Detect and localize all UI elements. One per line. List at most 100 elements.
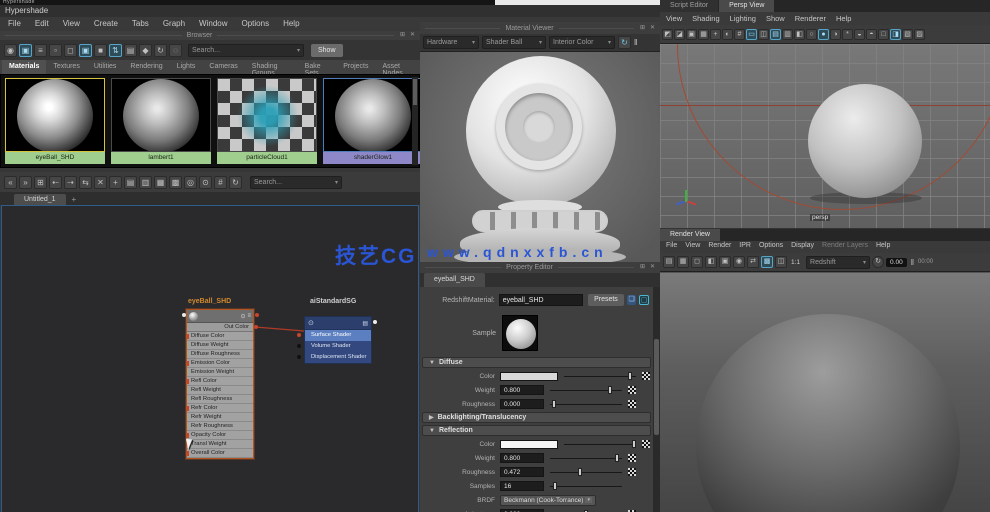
attr-color-swatch[interactable]	[500, 372, 558, 381]
attr-value-field[interactable]: 0.800	[500, 453, 544, 463]
viewport-menu-shading[interactable]: Shading	[692, 14, 720, 23]
ipr-render-icon[interactable]: ▣	[719, 256, 731, 268]
material-attr-refr-color[interactable]: Refr Color	[187, 404, 253, 413]
browser-tab-bake-sets[interactable]: Bake Sets	[298, 60, 337, 74]
browser-tab-textures[interactable]: Textures	[46, 60, 86, 74]
node-state-icon[interactable]: ⊙	[240, 313, 245, 320]
property-editor-tab[interactable]: eyeball_SHD	[424, 273, 485, 287]
scrollbar-thumb[interactable]	[654, 339, 659, 435]
section-header-diffuse[interactable]: ▼Diffuse	[422, 357, 651, 368]
hypershade-titlebar[interactable]: Hypershade	[0, 5, 660, 17]
material-viewer-panel-header[interactable]: Material Viewer ⊞ ✕	[420, 22, 660, 34]
lights-icon[interactable]: *	[842, 29, 853, 40]
property-editor-panel-header[interactable]: Property Editor ⊞ ✕	[420, 262, 660, 273]
attr-color-swatch[interactable]	[500, 440, 558, 449]
chevron-down-icon[interactable]: ▾	[535, 39, 542, 46]
bookmarks-icon[interactable]: ▣	[686, 29, 697, 40]
menu-edit[interactable]: Edit	[35, 19, 49, 29]
material-attr-opacity-color[interactable]: Opacity Color	[187, 431, 253, 440]
material-attr-overall-color[interactable]: Overall Color	[187, 449, 253, 458]
material-node[interactable]: ⊙ ≡ Out Color Diffuse ColorDiffuse Weigh…	[186, 309, 254, 459]
sg-node-output-dot[interactable]	[373, 320, 377, 324]
textured-icon[interactable]: ◑	[830, 29, 841, 40]
node-state-icon[interactable]: ⊙	[308, 319, 314, 327]
attr-slider[interactable]	[564, 439, 636, 449]
graph-tab-untitled-1[interactable]: Untitled_1	[14, 194, 66, 205]
swatch-huge-icon[interactable]: ■	[94, 44, 107, 57]
sample-swatch[interactable]	[502, 315, 538, 351]
filter-icon[interactable]: ◌	[169, 44, 182, 57]
browser-search-input[interactable]: Search... ▾	[188, 44, 304, 57]
attr-port-dot[interactable]	[187, 415, 188, 419]
snapshot-icon[interactable]: ◉	[733, 256, 745, 268]
forward-icon[interactable]: »	[19, 176, 32, 189]
chevron-down-icon[interactable]: ▾	[859, 259, 866, 266]
render-menu-ipr[interactable]: IPR	[739, 242, 751, 252]
chevron-down-icon[interactable]: ▾	[585, 497, 592, 503]
material-node-title[interactable]: eyeBall_SHD	[188, 298, 231, 305]
material-attr-emission-color[interactable]: Emission Color	[187, 359, 253, 368]
swatch-large-icon[interactable]: ▣	[79, 44, 92, 57]
tab-script-editor[interactable]: Script Editor	[660, 0, 718, 12]
attr-slider[interactable]	[550, 453, 622, 463]
2d-pan-zoom-icon[interactable]: +	[710, 29, 721, 40]
material-attr-refr-weight[interactable]: Refr Weight	[187, 413, 253, 422]
material-viewer-viewport[interactable]	[420, 52, 660, 262]
close-panel-icon[interactable]: ✕	[649, 264, 656, 271]
scene-sphere[interactable]	[808, 84, 922, 198]
browser-tab-materials[interactable]: Materials	[2, 60, 46, 74]
motion-blur-icon[interactable]: □	[878, 29, 889, 40]
menu-window[interactable]: Window	[199, 19, 227, 29]
material-node-input-dot[interactable]	[182, 313, 186, 317]
wireframe-icon[interactable]: ○	[806, 29, 817, 40]
swatch-eyeBall_SHD[interactable]: eyeBall_SHD	[5, 78, 105, 164]
render-renderer-dropdown[interactable]: Redshift ▾	[806, 256, 870, 269]
browser-tab-shading-groups[interactable]: Shading Groups	[245, 60, 298, 74]
chevron-down-icon[interactable]: ▾	[468, 39, 475, 46]
float-panel-icon[interactable]: ⊞	[639, 264, 646, 271]
viewer-renderer-dropdown[interactable]: Hardware ▾	[423, 36, 479, 49]
render-menu-render-layers[interactable]: Render Layers	[822, 242, 868, 252]
viewport-menu-view[interactable]: View	[666, 14, 682, 23]
slider-handle[interactable]	[628, 372, 632, 380]
search-icon[interactable]: ◎	[184, 176, 197, 189]
render-view-image[interactable]	[660, 272, 990, 512]
scrollbar-thumb[interactable]	[413, 79, 417, 105]
menu-graph[interactable]: Graph	[163, 19, 185, 29]
zoom-ratio-label[interactable]: 1:1	[789, 259, 802, 266]
close-panel-icon[interactable]: ✕	[409, 32, 416, 39]
shading-group-node[interactable]: ⊙ ▤ Surface ShaderVolume ShaderDisplacem…	[304, 316, 372, 364]
attr-value-field[interactable]: 0.800	[500, 385, 544, 395]
attr-slider[interactable]	[550, 399, 622, 409]
tab-persp-view[interactable]: Persp View	[719, 0, 774, 12]
show-button[interactable]: Show	[311, 44, 343, 57]
slider-handle[interactable]	[552, 400, 556, 408]
field-chart-icon[interactable]: ▥	[782, 29, 793, 40]
slider-handle[interactable]	[553, 482, 557, 490]
chevron-down-icon[interactable]: ▾	[331, 179, 338, 186]
attr-value-field[interactable]: 0.000	[500, 399, 544, 409]
attr-port-dot[interactable]	[187, 424, 188, 428]
collapse-arrow-icon[interactable]: ▼	[429, 360, 435, 366]
attr-dropdown[interactable]: Beckmann (Cook-Torrance)▾	[500, 495, 596, 506]
menu-help[interactable]: Help	[283, 19, 299, 29]
slider-handle[interactable]	[615, 454, 619, 462]
attr-value-field[interactable]: 0.472	[500, 467, 544, 477]
swatch-shaderGlow1[interactable]: shaderGlow1	[323, 78, 423, 164]
material-attr-refl-roughness[interactable]: Refl Roughness	[187, 395, 253, 404]
viewer-shape-dropdown[interactable]: Shader Ball ▾	[482, 36, 546, 49]
material-node-out-color-port[interactable]: Out Color	[187, 323, 253, 332]
browser-panel-header[interactable]: Browser ⊞ ✕	[0, 31, 420, 40]
material-attr-diffuse-weight[interactable]: Diffuse Weight	[187, 341, 253, 350]
menu-view[interactable]: View	[63, 19, 80, 29]
attr-slider[interactable]	[550, 481, 622, 491]
viewport-menu-show[interactable]: Show	[766, 14, 785, 23]
isolate-select-icon[interactable]: ▨	[914, 29, 925, 40]
select-camera-icon[interactable]: ◩	[662, 29, 673, 40]
map-checker-icon[interactable]	[628, 468, 636, 476]
viewport-menu-help[interactable]: Help	[836, 14, 851, 23]
attr-port-dot[interactable]	[187, 343, 188, 347]
ao-icon[interactable]: ◓	[866, 29, 877, 40]
open-image-icon[interactable]: ▤	[663, 256, 675, 268]
menu-file[interactable]: File	[8, 19, 21, 29]
